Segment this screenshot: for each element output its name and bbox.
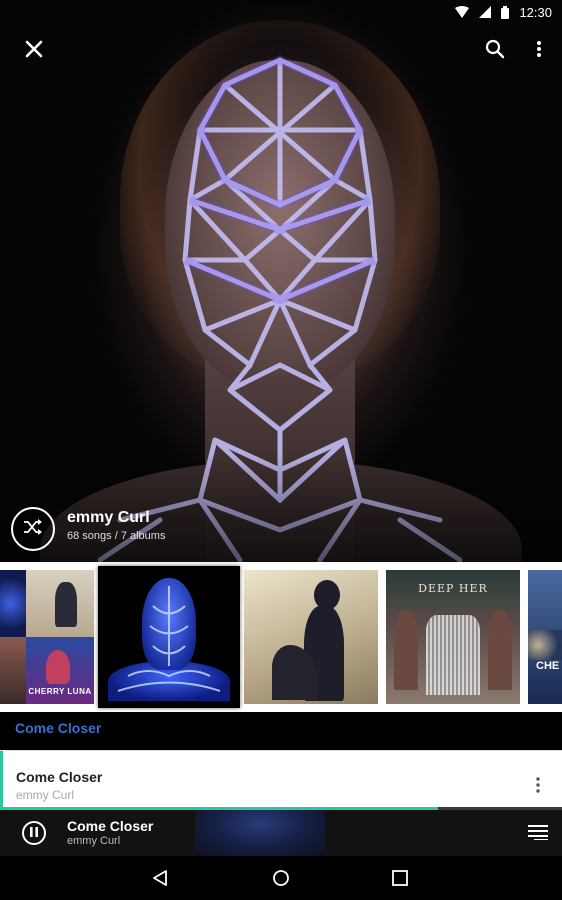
more-vert-icon[interactable] [528,775,548,795]
album-carousel[interactable]: CHERRY LUNA DEEP HER CHE [0,562,562,712]
status-bar: 12:30 [0,0,562,24]
system-nav-bar [0,856,562,900]
album-label: CHE [536,660,560,672]
pause-icon [30,824,38,842]
album-cover-deep-her[interactable]: DEEP HER [386,570,520,704]
now-playing-title: Come Closer [67,818,154,834]
now-playing-artwork [195,810,325,856]
home-icon[interactable] [269,866,293,890]
wifi-icon [455,6,470,18]
close-icon[interactable] [20,35,48,63]
hero-shade [0,452,562,562]
album-title[interactable]: Come Closer [15,720,101,736]
more-vert-icon[interactable] [525,35,553,63]
album-cover-partial[interactable]: CHE [528,570,562,704]
track-title: Come Closer [16,769,103,785]
album-cover-collage[interactable]: CHERRY LUNA [0,570,94,704]
track-row[interactable]: Come Closer emmy Curl [0,751,562,807]
shuffle-icon [23,518,43,540]
album-label: DEEP HER [418,582,488,595]
recents-icon[interactable] [388,866,412,890]
shuffle-button[interactable] [11,507,55,551]
album-cover-silhouette[interactable] [244,570,378,704]
back-icon[interactable] [148,866,172,890]
battery-icon [501,5,510,19]
artist-meta: 68 songs / 7 albums [67,530,166,542]
now-playing-bar[interactable]: Come Closer emmy Curl [0,810,562,856]
now-playing-artist: emmy Curl [67,835,121,847]
pause-button[interactable] [22,821,46,845]
status-time: 12:30 [519,4,552,20]
artist-name: emmy Curl [67,509,150,526]
search-icon[interactable] [481,35,509,63]
track-artist: emmy Curl [16,788,75,802]
signal-icon [479,6,492,18]
album-pattern [117,586,221,692]
queue-icon[interactable] [528,824,548,845]
album-label: CHERRY LUNA [28,687,92,696]
artist-hero-image [0,0,562,562]
album-cover-selected[interactable] [98,566,240,708]
